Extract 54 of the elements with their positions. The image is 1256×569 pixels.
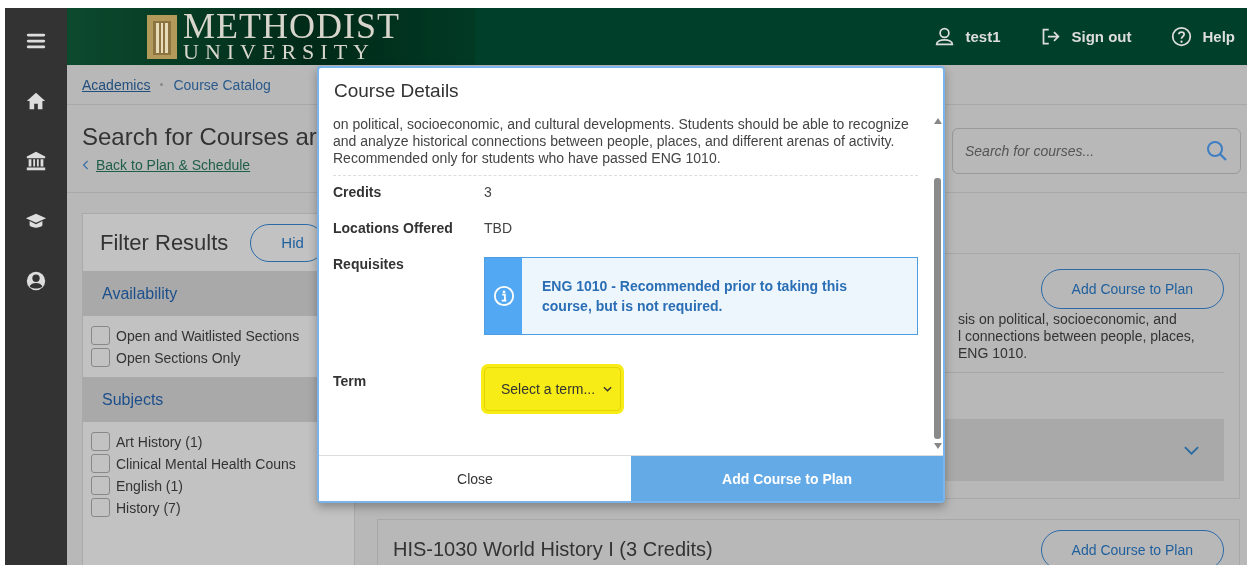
bank-icon[interactable] bbox=[25, 150, 47, 172]
checkbox-label[interactable]: English (1) bbox=[116, 477, 183, 494]
back-link-text[interactable]: Back to Plan & Schedule bbox=[96, 157, 251, 173]
separator-dot bbox=[160, 83, 164, 86]
scrollbar-thumb[interactable] bbox=[934, 178, 941, 439]
checkbox[interactable] bbox=[91, 348, 110, 367]
checkbox-label[interactable]: Open Sections Only bbox=[116, 349, 241, 366]
search-icon bbox=[1205, 139, 1229, 163]
scroll-down-arrow-icon bbox=[933, 443, 942, 449]
checkbox[interactable] bbox=[91, 476, 110, 495]
term-select[interactable]: Select a term... bbox=[484, 367, 622, 411]
checkbox-label[interactable]: History (7) bbox=[116, 499, 181, 516]
user-name-link[interactable]: test1 bbox=[965, 28, 1001, 45]
detail-label: Locations Offered bbox=[333, 220, 454, 238]
help-link[interactable]: Help bbox=[1202, 28, 1235, 45]
dialog-title: Course Details bbox=[333, 79, 460, 103]
user-circle-icon[interactable] bbox=[25, 270, 47, 292]
detail-label: Requisites bbox=[333, 256, 405, 274]
caret-icon bbox=[603, 386, 613, 392]
university-subtitle: UNIVERSITY bbox=[183, 40, 376, 63]
checkbox[interactable] bbox=[91, 498, 110, 517]
back-link[interactable]: Back to Plan & Schedule bbox=[82, 157, 317, 173]
description-text: ENG 1010. bbox=[958, 345, 1029, 362]
help-icon[interactable] bbox=[1171, 26, 1193, 47]
description-text: sis on political, socioeconomic, and bbox=[958, 311, 1178, 328]
search-field[interactable]: Search for courses... bbox=[952, 128, 1241, 174]
scroll-up-arrow-icon bbox=[933, 118, 942, 124]
chevron-down-icon bbox=[1183, 445, 1200, 455]
course-title: HIS-1030 World History I (3 Credits) bbox=[393, 537, 713, 561]
checkbox-label[interactable]: Clinical Mental Health Couns bbox=[116, 455, 296, 472]
close-button[interactable]: Close bbox=[319, 456, 631, 501]
checkbox[interactable] bbox=[91, 326, 110, 345]
page-title: Search for Courses ar bbox=[82, 123, 317, 151]
user-icon[interactable] bbox=[934, 26, 956, 47]
detail-value: TBD bbox=[484, 220, 512, 238]
checkbox[interactable] bbox=[91, 432, 110, 451]
breadcrumb-link[interactable]: Course Catalog bbox=[173, 76, 271, 93]
breadcrumb-link[interactable]: Academics bbox=[82, 76, 151, 93]
description-text: l connections between people, places, bbox=[958, 328, 1196, 345]
checkbox-label[interactable]: Art History (1) bbox=[116, 433, 203, 450]
checkbox[interactable] bbox=[91, 454, 110, 473]
filter-title: Filter Results bbox=[100, 229, 229, 256]
detail-label: Credits bbox=[333, 184, 383, 202]
chevron-left-icon bbox=[82, 159, 90, 171]
sign-out-link[interactable]: Sign out bbox=[1071, 28, 1132, 45]
pillar-icon bbox=[147, 13, 177, 60]
info-icon bbox=[492, 285, 515, 307]
requisite-message: ENG 1010 - Recommended prior to taking this course, but is not required. bbox=[541, 277, 848, 316]
home-icon[interactable] bbox=[25, 90, 47, 112]
course-description: on political, socioeconomic, and cultural developments. Students should be able to recognize and analyze historical connections between people, places, and different arenas of activity. Recommended only for students who have passed ENG 1010. bbox=[333, 116, 910, 168]
university-name: METHODIST bbox=[183, 10, 400, 41]
sign-out-icon[interactable] bbox=[1040, 26, 1062, 47]
detail-value: 3 bbox=[484, 184, 492, 202]
checkbox-label[interactable]: Open and Waitlisted Sections bbox=[116, 327, 300, 344]
